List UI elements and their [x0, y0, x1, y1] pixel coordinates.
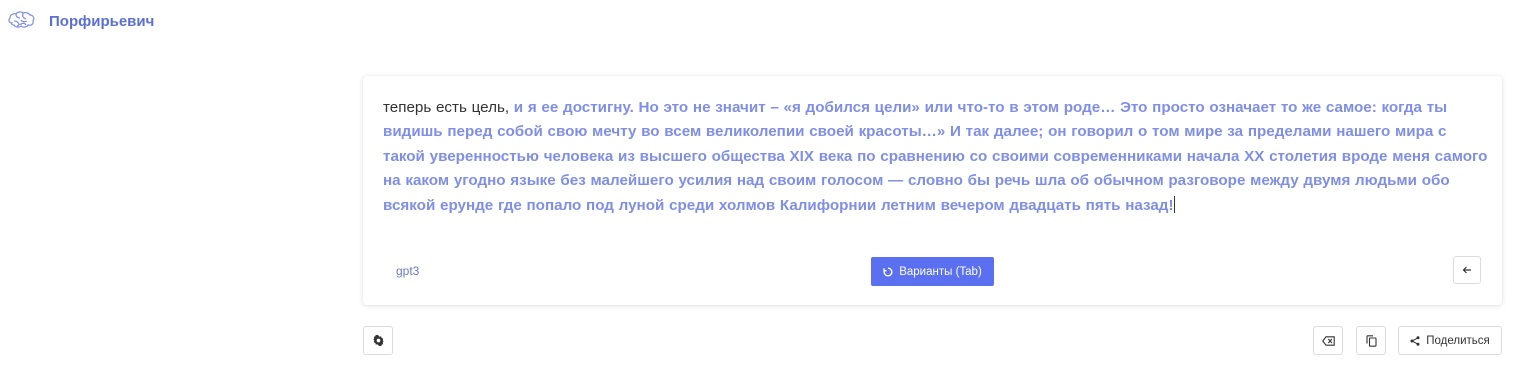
app-header: Порфирьевич — [6, 8, 154, 34]
model-label[interactable]: gpt3 — [396, 264, 419, 278]
user-text: теперь есть цель, — [383, 99, 510, 116]
backspace-icon — [1321, 335, 1335, 346]
copy-button[interactable] — [1356, 326, 1386, 355]
text-cursor — [1173, 195, 1175, 213]
refresh-icon — [883, 267, 893, 277]
share-icon — [1410, 335, 1420, 346]
variants-label: Варианты (Tab) — [899, 265, 982, 278]
settings-button[interactable] — [363, 326, 393, 355]
generated-text: и я ее достигну. Но это не значит – «я д… — [383, 99, 1488, 214]
clear-button[interactable] — [1313, 326, 1343, 355]
variants-button[interactable]: Варианты (Tab) — [871, 257, 994, 286]
text-editor[interactable]: теперь есть цель, и я ее достигну. Но эт… — [383, 96, 1488, 218]
arrow-left-icon — [1462, 265, 1472, 275]
editor-card: теперь есть цель, и я ее достигну. Но эт… — [363, 76, 1502, 305]
share-button[interactable]: Поделиться — [1398, 326, 1502, 355]
back-button[interactable] — [1453, 256, 1481, 284]
gear-icon — [372, 335, 384, 346]
brain-logo-icon[interactable] — [6, 9, 36, 33]
app-title[interactable]: Порфирьевич — [49, 13, 154, 30]
share-label: Поделиться — [1426, 334, 1490, 347]
copy-icon — [1365, 334, 1377, 347]
